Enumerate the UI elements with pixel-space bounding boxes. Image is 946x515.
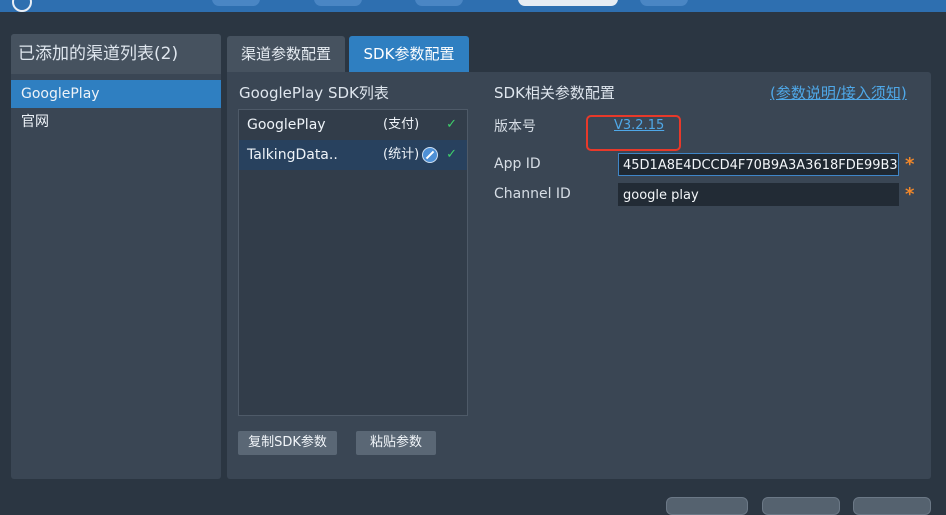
sdk-name: TalkingData.. [247, 147, 338, 163]
top-tab-3[interactable] [415, 0, 463, 6]
bottom-button-1[interactable] [666, 497, 748, 515]
app-id-input[interactable]: 45D1A8E4DCCD4F70B9A3A3618FDE99B3 [618, 153, 899, 176]
app-id-label: App ID [494, 156, 541, 172]
sdk-name: GooglePlay [247, 117, 326, 133]
tab-sdk-params[interactable]: SDK参数配置 [349, 36, 469, 73]
app-logo-icon [12, 0, 32, 12]
help-link[interactable]: (参数说明/接入须知) [770, 82, 907, 103]
channel-item-googleplay[interactable]: GooglePlay [11, 80, 221, 108]
top-tab-5[interactable] [640, 0, 688, 6]
channel-list: GooglePlay 官网 [11, 80, 221, 136]
check-icon: ✓ [446, 117, 457, 132]
sdk-row-talkingdata[interactable]: TalkingData.. (统计) ✓ [239, 140, 467, 170]
check-icon: ✓ [446, 147, 457, 162]
channel-list-panel: 已添加的渠道列表(2) GooglePlay 官网 [11, 34, 221, 479]
top-toolbar [0, 0, 946, 12]
sdk-list-title: GooglePlay SDK列表 [239, 84, 389, 102]
channel-id-input[interactable]: google play [618, 183, 899, 206]
version-label: 版本号 [494, 119, 536, 135]
version-highlight-box [586, 115, 681, 151]
required-marker: * [905, 154, 915, 175]
channel-list-title: 已添加的渠道列表(2) [11, 34, 221, 74]
copy-sdk-params-button[interactable]: 复制SDK参数 [238, 431, 337, 455]
top-tab-2[interactable] [314, 0, 362, 6]
top-tab-active[interactable] [518, 0, 618, 6]
paste-params-button[interactable]: 粘贴参数 [356, 431, 436, 455]
sdk-row-googleplay[interactable]: GooglePlay (支付) ✓ [239, 110, 467, 140]
bottom-button-2[interactable] [762, 497, 840, 515]
required-marker: * [905, 184, 915, 205]
config-section-title: SDK相关参数配置 [494, 84, 615, 102]
bottom-button-3[interactable] [853, 497, 931, 515]
sdk-list: GooglePlay (支付) ✓ TalkingData.. (统计) ✓ [238, 109, 468, 416]
top-tab-1[interactable] [212, 0, 260, 6]
sdk-type: (支付) [383, 117, 420, 132]
channel-item-official[interactable]: 官网 [11, 108, 221, 136]
channel-id-label: Channel ID [494, 186, 571, 202]
tab-channel-params[interactable]: 渠道参数配置 [227, 36, 345, 73]
compass-icon[interactable] [422, 147, 438, 163]
sdk-type: (统计) [383, 147, 420, 162]
